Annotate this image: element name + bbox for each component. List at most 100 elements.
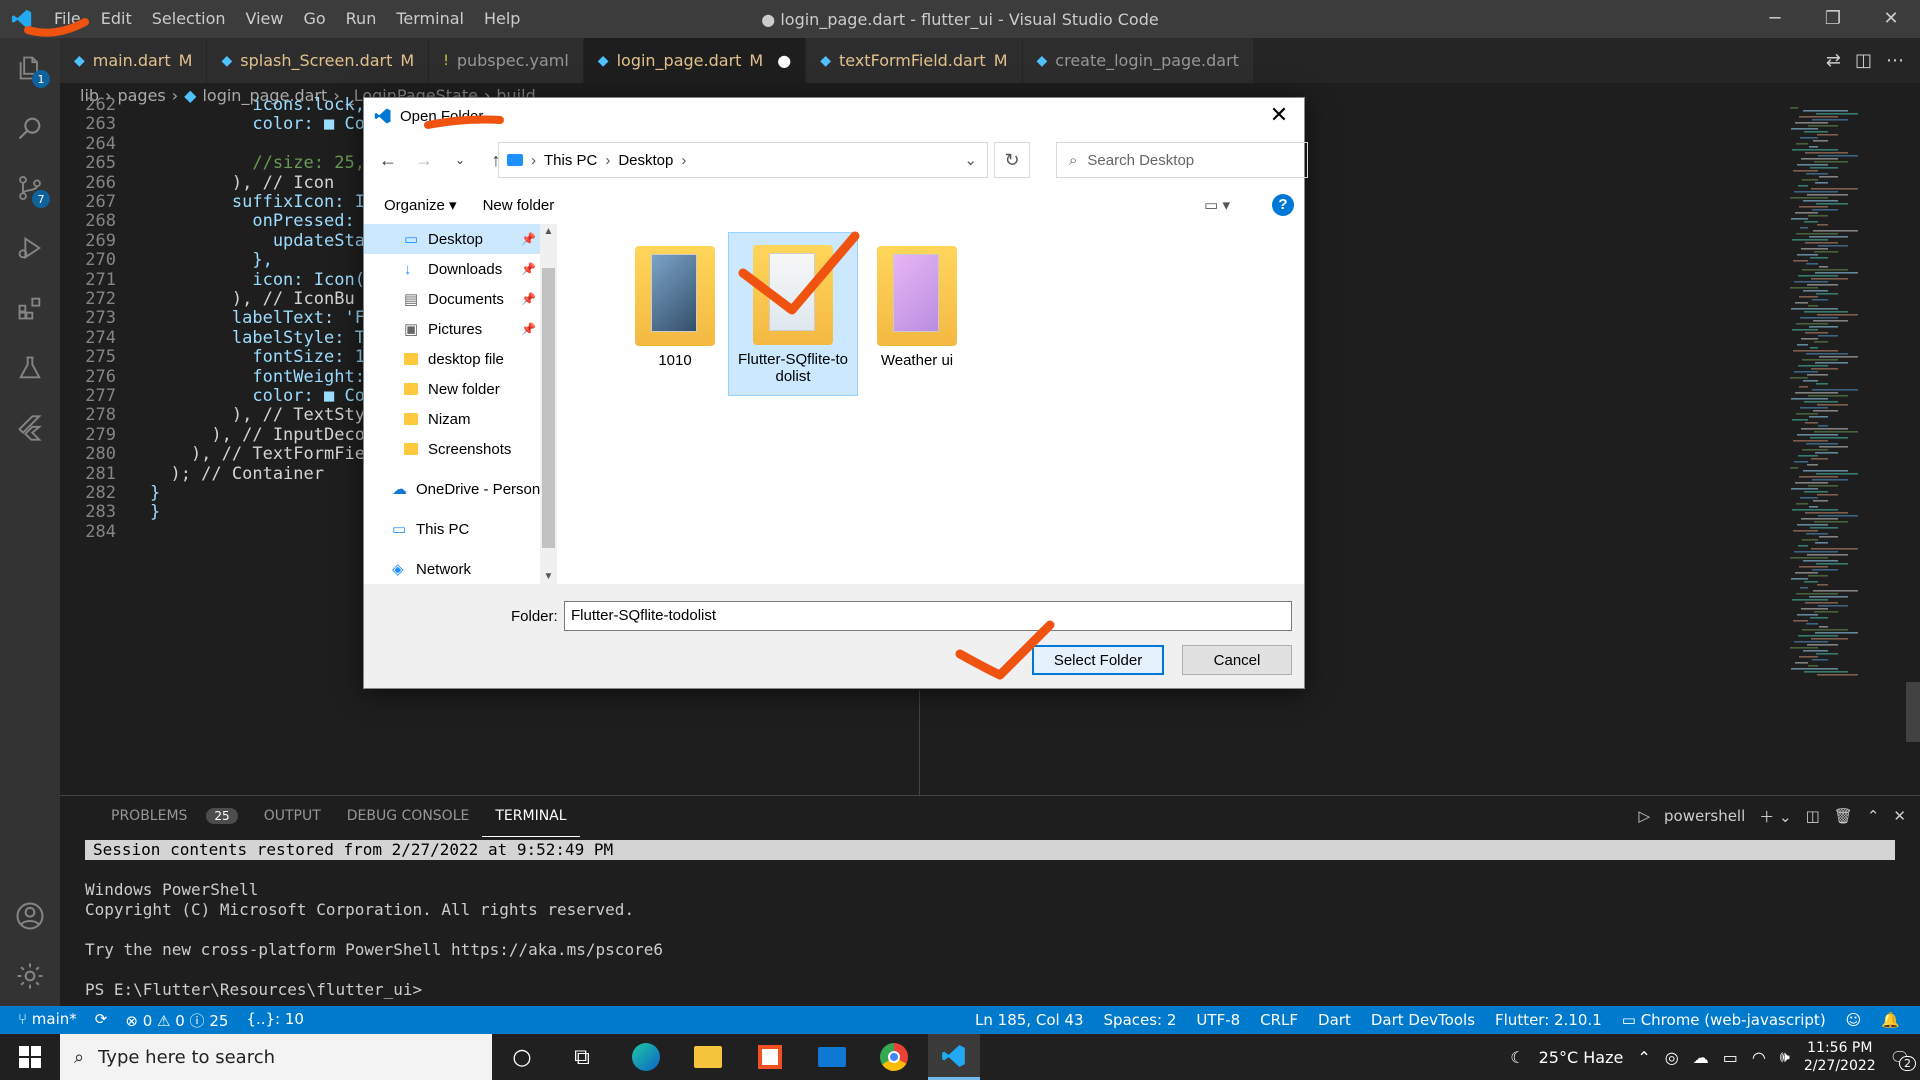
extensions-button[interactable] — [0, 278, 60, 338]
editor-tab[interactable]: ◆ login_page.dart M ● — [583, 38, 807, 83]
nav-item-desktop[interactable]: ▭ Desktop 📌 — [364, 224, 556, 254]
path-desktop[interactable]: Desktop — [618, 152, 673, 169]
folder-item[interactable]: 1010 — [610, 234, 740, 384]
manage-button[interactable] — [0, 946, 60, 1006]
menu-help[interactable]: Help — [474, 0, 530, 38]
brace-status[interactable]: {..}: 10 — [246, 1010, 304, 1031]
open-changes-icon[interactable]: ⇄ — [1826, 50, 1841, 71]
language-mode[interactable]: Dart — [1318, 1011, 1351, 1029]
mail-icon[interactable] — [806, 1034, 858, 1080]
scroll-up-icon[interactable]: ▲ — [540, 226, 557, 237]
address-bar[interactable]: › This PC › Desktop › ⌄ — [498, 142, 988, 178]
unsaved-dot-icon[interactable]: ● — [777, 51, 791, 70]
nav-item-documents[interactable]: ▤ Documents 📌 — [364, 284, 556, 314]
tab-output[interactable]: OUTPUT — [251, 796, 334, 836]
weather-text[interactable]: 25°C Haze — [1539, 1048, 1624, 1067]
sync-icon[interactable]: ⟳ — [95, 1010, 108, 1031]
split-terminal-icon[interactable]: ◫ — [1806, 807, 1820, 825]
split-editor-icon[interactable]: ◫ — [1855, 50, 1872, 71]
folder-item[interactable]: Flutter-SQflite-to dolist — [728, 232, 858, 396]
store-icon[interactable] — [744, 1034, 796, 1080]
new-folder-button[interactable]: New folder — [473, 197, 565, 214]
line-ending[interactable]: CRLF — [1260, 1011, 1298, 1029]
more-actions-icon[interactable]: ⋯ — [1886, 50, 1904, 71]
editor-tab[interactable]: ◆ textFormField.dart M — [806, 38, 1023, 83]
view-options-icon[interactable]: ▭ ▾ — [1194, 196, 1240, 214]
start-button[interactable] — [4, 1034, 56, 1080]
menu-terminal[interactable]: Terminal — [386, 0, 474, 38]
tab-terminal[interactable]: TERMINAL — [482, 796, 580, 837]
accounts-button[interactable] — [0, 886, 60, 946]
editor-tab[interactable]: ◆ splash_Screen.dart M — [207, 38, 430, 83]
editor-tab[interactable]: ◆ create_login_page.dart — [1022, 38, 1254, 83]
vscode-taskbar-icon[interactable] — [928, 1034, 980, 1080]
clock[interactable]: 11:56 PM 2/27/2022 — [1804, 1039, 1876, 1075]
cancel-button[interactable]: Cancel — [1182, 645, 1292, 675]
edge-icon[interactable] — [620, 1034, 672, 1080]
maximize-button[interactable]: ❐ — [1804, 0, 1862, 38]
menu-run[interactable]: Run — [336, 0, 387, 38]
indentation[interactable]: Spaces: 2 — [1104, 1011, 1177, 1029]
forward-arrow-icon[interactable]: → — [410, 150, 438, 171]
help-icon[interactable]: ? — [1272, 194, 1294, 216]
nav-item-onedrive-person[interactable]: ☁ OneDrive - Person — [364, 474, 556, 504]
new-terminal-icon[interactable]: ＋ ⌄ — [1759, 806, 1791, 827]
notification-center-icon[interactable]: 🗨 2 — [1890, 1048, 1916, 1071]
cortana-icon[interactable]: ○ — [496, 1034, 548, 1080]
notifications-bell-icon[interactable]: 🔔 — [1881, 1011, 1900, 1029]
wifi-icon[interactable]: ◠ — [1752, 1048, 1766, 1067]
dart-devtools[interactable]: Dart DevTools — [1371, 1011, 1475, 1029]
close-panel-icon[interactable]: ✕ — [1893, 807, 1906, 825]
device-selector[interactable]: ▭ Chrome (web-javascript) — [1622, 1011, 1826, 1029]
flutter-version[interactable]: Flutter: 2.10.1 — [1495, 1011, 1602, 1029]
taskbar-search[interactable]: ⌕ Type here to search — [60, 1034, 492, 1080]
feedback-icon[interactable]: ☺ — [1846, 1011, 1862, 1029]
address-dropdown-icon[interactable]: ⌄ — [964, 151, 977, 169]
menu-edit[interactable]: Edit — [91, 0, 142, 38]
tray-chevron-icon[interactable]: ⌃ — [1637, 1048, 1650, 1067]
editor-tab[interactable]: ! pubspec.yaml — [429, 38, 584, 83]
terminal-output[interactable]: Windows PowerShell Copyright (C) Microsof… — [85, 860, 663, 1000]
select-folder-button[interactable]: Select Folder — [1032, 645, 1164, 675]
battery-icon[interactable]: ▭ — [1723, 1048, 1738, 1067]
dialog-close-button[interactable]: ✕ — [1264, 102, 1294, 128]
shell-name[interactable]: powershell — [1664, 807, 1745, 825]
scroll-down-icon[interactable]: ▼ — [540, 571, 557, 582]
nav-item-new-folder[interactable]: New folder — [364, 374, 556, 404]
menu-selection[interactable]: Selection — [142, 0, 236, 38]
menu-view[interactable]: View — [236, 0, 294, 38]
task-view-icon[interactable]: ⧉ — [556, 1034, 608, 1080]
organize-button[interactable]: Organize ▾ — [374, 196, 467, 214]
path-this-pc[interactable]: This PC — [544, 152, 597, 169]
nav-item-downloads[interactable]: ↓ Downloads 📌 — [364, 254, 556, 284]
tab-debug-console[interactable]: DEBUG CONSOLE — [334, 796, 483, 836]
source-control-button[interactable]: 7 — [0, 158, 60, 218]
menu-go[interactable]: Go — [293, 0, 335, 38]
onedrive-icon[interactable]: ☁ — [1693, 1048, 1709, 1067]
nav-scrollbar[interactable]: ▲ ▼ — [540, 224, 557, 584]
refresh-button[interactable]: ↻ — [994, 142, 1030, 178]
menu-file[interactable]: File — [44, 0, 91, 38]
minimap[interactable] — [1780, 107, 1900, 677]
volume-icon[interactable]: 🕪 — [1780, 1047, 1790, 1067]
run-debug-button[interactable] — [0, 218, 60, 278]
nav-item-screenshots[interactable]: Screenshots — [364, 434, 556, 464]
encoding[interactable]: UTF-8 — [1196, 1011, 1240, 1029]
cursor-position[interactable]: Ln 185, Col 43 — [975, 1011, 1083, 1029]
nav-item-network[interactable]: ◈ Network — [364, 554, 556, 584]
editor-scrollbar[interactable] — [1906, 682, 1920, 742]
testing-button[interactable] — [0, 338, 60, 398]
tab-problems[interactable]: PROBLEMS 25 — [85, 796, 251, 836]
problems-status[interactable]: ⊗ 0 ⚠ 0 ⓘ 25 — [125, 1010, 228, 1031]
nav-item-desktop-file[interactable]: desktop file — [364, 344, 556, 374]
recent-chevron-icon[interactable]: ⌄ — [446, 153, 474, 167]
weather-icon[interactable]: ☾ — [1510, 1048, 1524, 1067]
maximize-panel-icon[interactable]: ⌃ — [1867, 807, 1880, 825]
search-button[interactable] — [0, 98, 60, 158]
flutter-button[interactable] — [0, 398, 60, 458]
file-explorer-icon[interactable] — [682, 1034, 734, 1080]
search-desktop-input[interactable]: ⌕ Search Desktop — [1056, 142, 1308, 178]
meet-now-icon[interactable]: ◎ — [1665, 1048, 1679, 1067]
nav-item-this-pc[interactable]: ▭ This PC — [364, 514, 556, 544]
back-arrow-icon[interactable]: ← — [374, 150, 402, 171]
